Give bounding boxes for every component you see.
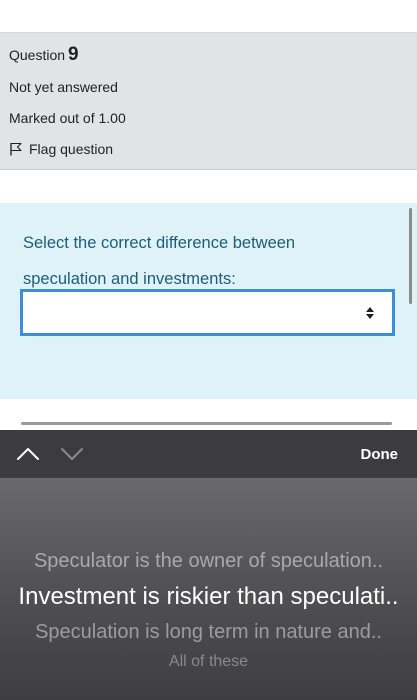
question-text-line-1: Select the correct difference between [23, 234, 296, 252]
picker-option[interactable]: Speculation is long term in nature and.. [0, 621, 417, 644]
separator-line [21, 422, 392, 425]
question-status: Not yet answered [9, 79, 118, 95]
flag-question-link[interactable]: Flag question [9, 141, 113, 157]
chevron-up-icon[interactable] [14, 444, 42, 464]
question-number-label: Question 9 [9, 44, 79, 66]
question-number: 9 [68, 44, 79, 65]
select-arrows-icon [366, 307, 374, 319]
question-text: Select the correct difference between sp… [23, 225, 393, 297]
chevron-down-icon[interactable] [58, 444, 86, 464]
flag-question-label: Flag question [29, 141, 114, 157]
question-content-panel: Select the correct difference between sp… [0, 203, 417, 399]
picker-option[interactable]: All of these [0, 653, 417, 671]
question-info-panel: Question 9 Not yet answered Marked out of… [0, 33, 417, 170]
picker-wheel[interactable]: Speculator is the owner of speculation..… [0, 478, 417, 700]
picker-toolbar: Done [0, 430, 417, 478]
top-strip [0, 0, 417, 33]
flag-icon [10, 142, 22, 156]
question-label: Question [9, 47, 66, 63]
done-button[interactable]: Done [361, 446, 399, 463]
picker-option-selected[interactable]: Investment is riskier than speculati.. [0, 583, 417, 611]
answer-select[interactable] [20, 289, 395, 336]
scroll-indicator[interactable] [409, 208, 412, 304]
question-marks: Marked out of 1.00 [9, 110, 126, 126]
picker-option[interactable]: Speculator is the owner of speculation.. [0, 550, 417, 573]
